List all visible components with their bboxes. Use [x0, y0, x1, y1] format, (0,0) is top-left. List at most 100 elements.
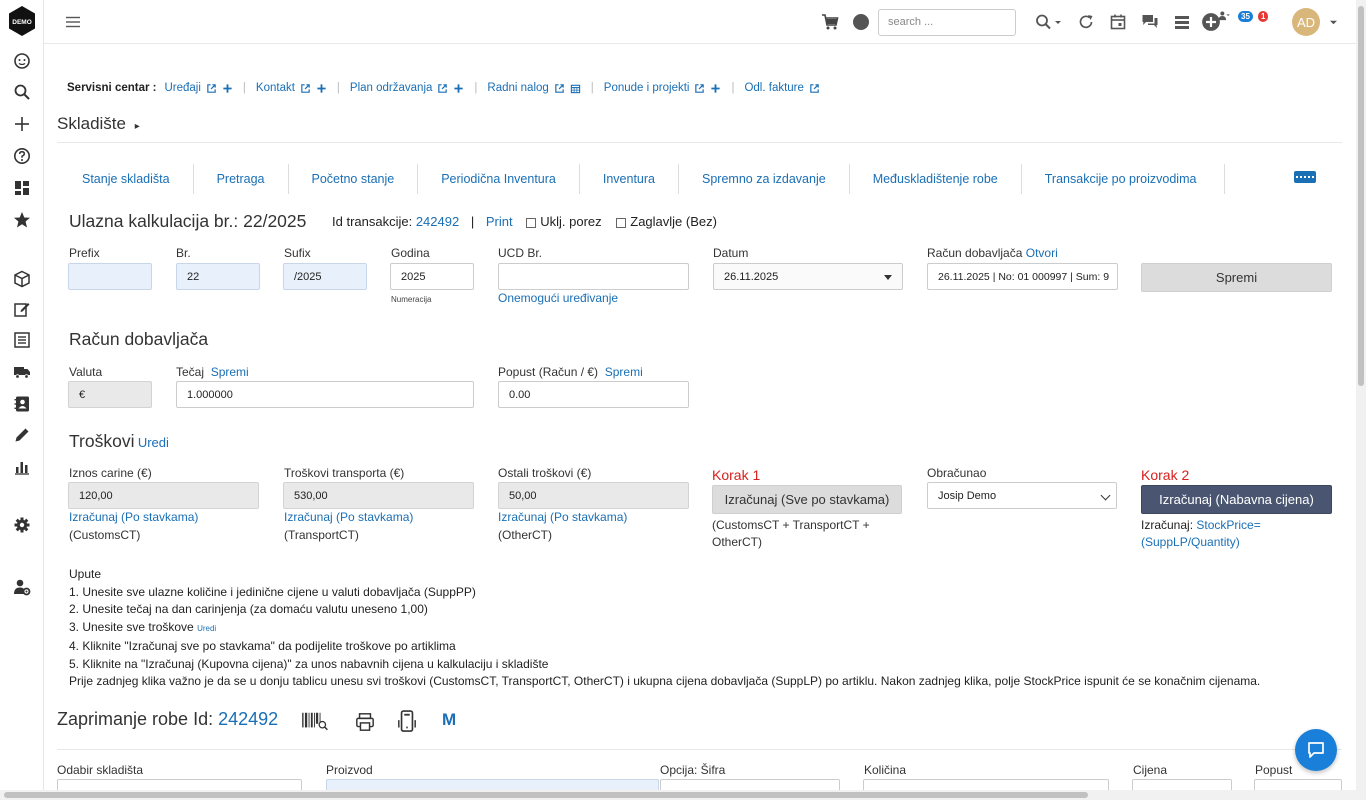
box-icon[interactable]	[11, 268, 33, 290]
transport-calc-link[interactable]: Izračunaj (Po stavkama)	[284, 510, 413, 524]
external-link-icon[interactable]	[809, 83, 820, 94]
logo[interactable]: DEMO	[8, 6, 36, 36]
more-tabs-button[interactable]	[1294, 171, 1316, 183]
external-link-icon[interactable]	[554, 83, 565, 94]
svc-link-maintenance[interactable]: Plan održavanja	[350, 82, 432, 94]
edit-icon[interactable]	[11, 298, 33, 320]
datum-select[interactable]: 26.11.2025	[713, 263, 903, 290]
save-rate-link[interactable]: Spremi	[211, 365, 249, 379]
svc-link-devices[interactable]: Uređaji	[164, 82, 200, 94]
calc-purchase-price-button[interactable]: Izračunaj (Nabavna cijena)	[1141, 485, 1332, 514]
discount-input[interactable]: 0.00	[498, 381, 689, 408]
status-icon[interactable]	[852, 13, 870, 31]
tab-transfer[interactable]: Međuskladištenje robe	[850, 164, 1022, 194]
price-input[interactable]	[1132, 779, 1232, 790]
section-title[interactable]: Skladište ▸	[57, 114, 140, 134]
cart-icon[interactable]	[820, 12, 840, 32]
save-discount-link[interactable]: Spremi	[605, 365, 643, 379]
contacts-icon[interactable]	[11, 393, 33, 415]
barcode-search-icon[interactable]	[300, 709, 330, 733]
vertical-scrollbar[interactable]	[1356, 0, 1366, 800]
face-icon[interactable]	[11, 50, 33, 72]
chat-icon[interactable]	[1140, 12, 1160, 32]
tab-inventory[interactable]: Inventura	[580, 164, 679, 194]
refresh-icon[interactable]	[1076, 12, 1096, 32]
godina-input[interactable]: 2025	[390, 263, 474, 290]
plus-icon[interactable]	[11, 113, 33, 135]
tab-initial-stock[interactable]: Početno stanje	[289, 164, 419, 194]
list-settings-icon[interactable]	[1172, 12, 1192, 32]
save-button[interactable]: Spremi	[1141, 263, 1332, 292]
rate-input[interactable]: 1.000000	[176, 381, 474, 408]
svc-link-offers[interactable]: Ponude i projekti	[604, 82, 690, 94]
mobile-scan-icon[interactable]	[396, 708, 418, 736]
horizontal-scrollbar[interactable]	[0, 790, 1356, 800]
star-icon[interactable]	[11, 209, 33, 231]
customs-calc-link[interactable]: Izračunaj (Po stavkama)	[69, 510, 198, 524]
calendar-icon[interactable]	[1108, 12, 1128, 32]
invoice-select[interactable]: 26.11.2025 | No: 01 000997 | Sum: 9	[927, 263, 1118, 290]
chevron-down-icon[interactable]	[1328, 18, 1338, 26]
open-invoice-link[interactable]: Otvori	[1026, 246, 1058, 260]
dashboard-icon[interactable]	[11, 177, 33, 199]
svc-link-work-order[interactable]: Radni nalog	[487, 82, 548, 94]
disable-edit-link[interactable]: Onemogući uređivanje	[498, 291, 618, 305]
quantity-input[interactable]	[863, 779, 1109, 790]
help-icon[interactable]	[11, 145, 33, 167]
print-link[interactable]: Print	[486, 214, 513, 229]
search-input[interactable]: search ...	[878, 9, 1016, 36]
truck-icon[interactable]	[11, 361, 33, 383]
user-settings-icon[interactable]	[11, 576, 33, 598]
receipt-id-link[interactable]: 242492	[218, 709, 278, 729]
transport-input[interactable]: 530,00	[283, 482, 474, 509]
external-link-icon[interactable]	[300, 83, 311, 94]
option-input[interactable]	[660, 779, 840, 790]
menu-icon[interactable]	[63, 12, 83, 32]
edit-costs-small-link[interactable]: Uredi	[197, 624, 216, 633]
tab-transactions[interactable]: Transakcije po proizvodima	[1022, 164, 1226, 194]
caret-right-icon[interactable]: ▸	[135, 121, 140, 132]
chart-icon[interactable]	[11, 456, 33, 478]
plus-icon[interactable]	[222, 83, 233, 94]
plus-icon[interactable]	[316, 83, 327, 94]
trans-id-link[interactable]: 242492	[416, 214, 459, 229]
svc-link-contact[interactable]: Kontakt	[256, 82, 295, 94]
sufix-input[interactable]: /2025	[283, 263, 367, 290]
currency-input[interactable]: €	[68, 381, 152, 408]
search-dropdown-icon[interactable]	[1034, 12, 1064, 32]
discount-row-input[interactable]	[1254, 779, 1342, 790]
calendar-icon[interactable]	[570, 83, 581, 94]
edit-costs-link[interactable]: Uredi	[138, 435, 169, 450]
incl-tax-checkbox[interactable]: Uklj. porez	[526, 214, 602, 229]
calculated-by-select[interactable]: Josip Demo	[927, 482, 1117, 509]
list-icon[interactable]	[11, 329, 33, 351]
printer-icon[interactable]	[354, 711, 376, 733]
external-link-icon[interactable]	[437, 83, 448, 94]
external-link-icon[interactable]	[206, 83, 217, 94]
calc-all-button[interactable]: Izračunaj (Sve po stavkama)	[712, 485, 902, 514]
header-checkbox[interactable]: Zaglavlje (Bez)	[616, 214, 717, 229]
search-icon[interactable]	[11, 81, 33, 103]
plus-icon[interactable]	[710, 83, 721, 94]
warehouse-select[interactable]	[57, 779, 302, 790]
svc-link-invoices[interactable]: Odl. fakture	[744, 82, 803, 94]
tab-ready[interactable]: Spremno za izdavanje	[679, 164, 850, 194]
customs-input[interactable]: 120,00	[68, 482, 259, 509]
br-input[interactable]: 22	[176, 263, 260, 290]
other-costs-input[interactable]: 50,00	[498, 482, 689, 509]
prefix-input[interactable]	[68, 263, 152, 290]
tab-periodic-inventory[interactable]: Periodična Inventura	[418, 164, 580, 194]
chat-button[interactable]	[1295, 729, 1337, 771]
avatar[interactable]: AD	[1292, 8, 1320, 36]
plus-icon[interactable]	[453, 83, 464, 94]
other-calc-link[interactable]: Izračunaj (Po stavkama)	[498, 510, 627, 524]
external-link-icon[interactable]	[694, 83, 705, 94]
tab-search[interactable]: Pretraga	[194, 164, 289, 194]
user-add-icon[interactable]	[1217, 10, 1231, 22]
tab-stock[interactable]: Stanje skladišta	[70, 164, 194, 194]
m-button[interactable]: M	[442, 710, 456, 730]
gear-icon[interactable]	[11, 514, 33, 536]
product-input[interactable]	[326, 779, 659, 790]
ucd-input[interactable]	[498, 263, 689, 290]
pencil-icon[interactable]	[11, 424, 33, 446]
